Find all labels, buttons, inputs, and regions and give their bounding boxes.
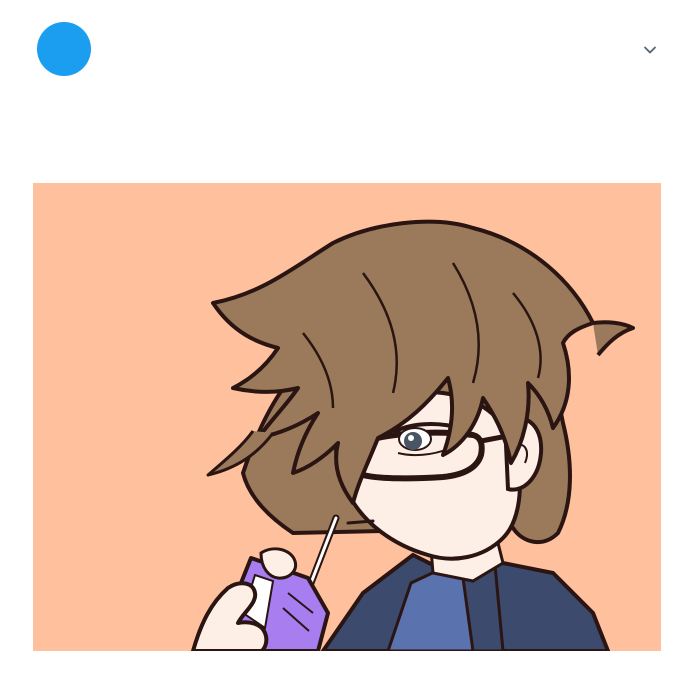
chevron-down-icon[interactable] <box>640 40 660 60</box>
illustration <box>33 183 661 651</box>
post-media-image[interactable] <box>33 183 661 651</box>
post-header <box>0 0 680 100</box>
post-page <box>0 0 680 680</box>
user-avatar[interactable] <box>37 22 91 76</box>
